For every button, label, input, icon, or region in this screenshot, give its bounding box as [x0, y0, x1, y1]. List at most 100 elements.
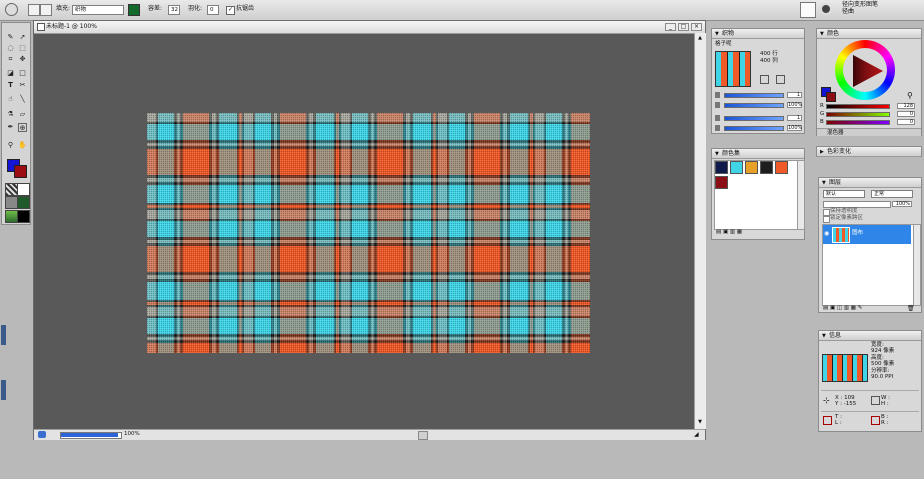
swatch-1[interactable] — [730, 161, 743, 174]
zoom-icon[interactable]: ⚲ — [6, 141, 15, 150]
layers-footer-icons[interactable]: ▤ ▣ ◫ ▥ ▦ ✎ — [823, 305, 862, 312]
color-r-slider[interactable] — [826, 104, 890, 109]
fill-color-chip[interactable] — [128, 4, 140, 16]
brush-icon[interactable]: ✎ — [6, 33, 15, 42]
close-button[interactable]: × — [691, 23, 702, 31]
collapse-icon[interactable]: ▼ — [822, 331, 826, 341]
fill-select[interactable]: 织物 — [72, 5, 124, 15]
swatch-panel-header[interactable]: ▼ 颜色集 — [712, 149, 804, 159]
text-icon[interactable]: T — [6, 81, 15, 90]
swatch-scrollbar[interactable] — [797, 160, 805, 230]
dot-preview-icon[interactable] — [820, 3, 832, 15]
keep-transparency-checkbox[interactable] — [823, 209, 830, 216]
fabric-slider-4[interactable] — [724, 126, 784, 131]
opacity-track[interactable] — [823, 201, 891, 208]
clone-icon[interactable]: ⊕ — [18, 123, 27, 132]
info-panel-header[interactable]: ▼ 信息 — [819, 331, 921, 341]
scroll-up-arrow[interactable]: ▲ — [696, 34, 704, 42]
layer-visibility-icon[interactable]: ◉ — [824, 230, 829, 237]
color-g-value[interactable]: 0 — [897, 111, 915, 117]
color-panel-header[interactable]: ▼ 颜色 — [817, 29, 921, 39]
dropper-icon[interactable]: ✒ — [6, 123, 15, 132]
hand-icon[interactable]: ✋ — [18, 141, 27, 150]
opacity-mode-select[interactable]: 正常 — [871, 190, 913, 198]
vertical-scrollbar[interactable]: ▲ ▼ — [694, 33, 706, 429]
fabric-value-1[interactable]: 1 — [787, 92, 802, 98]
minimize-button[interactable]: _ — [665, 23, 676, 31]
zoom-value: 100% — [124, 431, 140, 437]
plaid-canvas[interactable] — [147, 113, 590, 353]
smudge-icon[interactable]: ☝ — [6, 95, 15, 104]
layers-scrollbar[interactable] — [913, 224, 921, 306]
color-change-header[interactable]: ▶ 色彩变化 — [817, 147, 921, 157]
collapse-icon[interactable]: ▼ — [820, 29, 824, 39]
fabric-tool-icon-2[interactable] — [776, 75, 785, 84]
move-icon[interactable]: ✥ — [18, 55, 27, 64]
collapse-icon[interactable]: ▶ — [820, 147, 824, 157]
swatch-2[interactable] — [745, 161, 758, 174]
lasso-icon[interactable]: ◌ — [6, 44, 15, 53]
pattern-chip-4[interactable] — [17, 196, 30, 209]
pattern-chip-6[interactable] — [17, 210, 30, 223]
fill-bucket-icon[interactable]: ◪ — [6, 69, 15, 78]
fabric-value-4[interactable]: 100% — [787, 125, 802, 131]
antialias-checkbox[interactable]: ✓ — [226, 6, 235, 15]
pattern-chip-2[interactable] — [17, 183, 30, 196]
collapse-icon[interactable]: ▼ — [715, 149, 719, 159]
select-arrow-icon[interactable]: ➚ — [18, 33, 27, 42]
side-dock-handle[interactable] — [1, 325, 6, 345]
eyedropper-icon[interactable]: ⚗ — [6, 110, 15, 119]
swatch-0[interactable] — [715, 161, 728, 174]
color-g-slider[interactable] — [826, 112, 890, 117]
color-r-value[interactable]: 128 — [897, 103, 915, 109]
fabric-slider-2[interactable] — [724, 103, 784, 108]
color-triangle[interactable] — [847, 51, 887, 91]
shape-icon[interactable]: □ — [18, 69, 27, 78]
crop-icon[interactable]: ⌗ — [6, 55, 15, 64]
opacity-value[interactable]: 100% — [892, 201, 912, 207]
background-color[interactable] — [14, 165, 27, 178]
tolerance-label: 容差: — [148, 5, 163, 12]
fabric-value-3[interactable]: 1 — [787, 115, 802, 121]
fabric-value-2[interactable]: 100% — [787, 102, 802, 108]
eyedropper-icon[interactable]: ⚲ — [907, 91, 913, 100]
collapse-icon[interactable]: ▼ — [822, 178, 826, 188]
scroll-down-arrow[interactable]: ▼ — [696, 418, 704, 426]
swatch-4[interactable] — [775, 161, 788, 174]
resize-grip-icon[interactable]: ◢ — [694, 431, 702, 438]
color-b-slider[interactable] — [826, 120, 890, 125]
color-b-value[interactable]: 0 — [897, 119, 915, 125]
swatch-5[interactable] — [715, 176, 728, 189]
maximize-button[interactable]: □ — [678, 23, 689, 31]
lock-checkbox[interactable] — [823, 216, 830, 223]
layers-panel-header[interactable]: ▼ 图层 — [819, 178, 921, 188]
layers-delete-icon[interactable]: 🗑 — [907, 305, 915, 312]
eraser-icon[interactable]: ▱ — [18, 110, 27, 119]
tolerance-input[interactable]: 32 — [168, 5, 180, 15]
fabric-tool-icon-1[interactable] — [760, 75, 769, 84]
current-bg-color[interactable] — [826, 92, 836, 102]
brush-preview-icon[interactable] — [800, 2, 816, 18]
nav-icon[interactable] — [38, 431, 46, 438]
fill-bucket-icon[interactable] — [40, 4, 52, 16]
document-title: 未标题-1 @ 100% — [46, 23, 97, 30]
info-l: L : — [835, 420, 842, 426]
blend-mode-select[interactable]: 默认 — [823, 190, 865, 198]
fabric-thumbnail[interactable] — [715, 51, 751, 87]
fabric-panel-header[interactable]: ▼ 织物 — [712, 29, 804, 39]
mixer-header[interactable]: 混色器 — [817, 128, 921, 136]
line-icon[interactable]: ╲ — [18, 95, 27, 104]
tool-mode-icon[interactable] — [28, 4, 40, 16]
swatch-footer-icons[interactable]: ▤ ▣ ▥ ▦ — [716, 229, 742, 236]
layer-thumbnail — [832, 227, 850, 243]
feather-input[interactable]: 0 — [207, 5, 219, 15]
h-scroll-thumb[interactable] — [418, 431, 428, 440]
fabric-slider-3[interactable] — [724, 116, 784, 121]
collapse-icon[interactable]: ▼ — [715, 29, 719, 39]
rect-select-icon[interactable]: ⬚ — [18, 44, 27, 53]
swatch-3[interactable] — [760, 161, 773, 174]
size-icon — [871, 396, 880, 405]
fabric-slider-1[interactable] — [724, 93, 784, 98]
side-dock-handle-2[interactable] — [1, 380, 6, 400]
transform-icon[interactable]: ✂ — [18, 81, 27, 90]
